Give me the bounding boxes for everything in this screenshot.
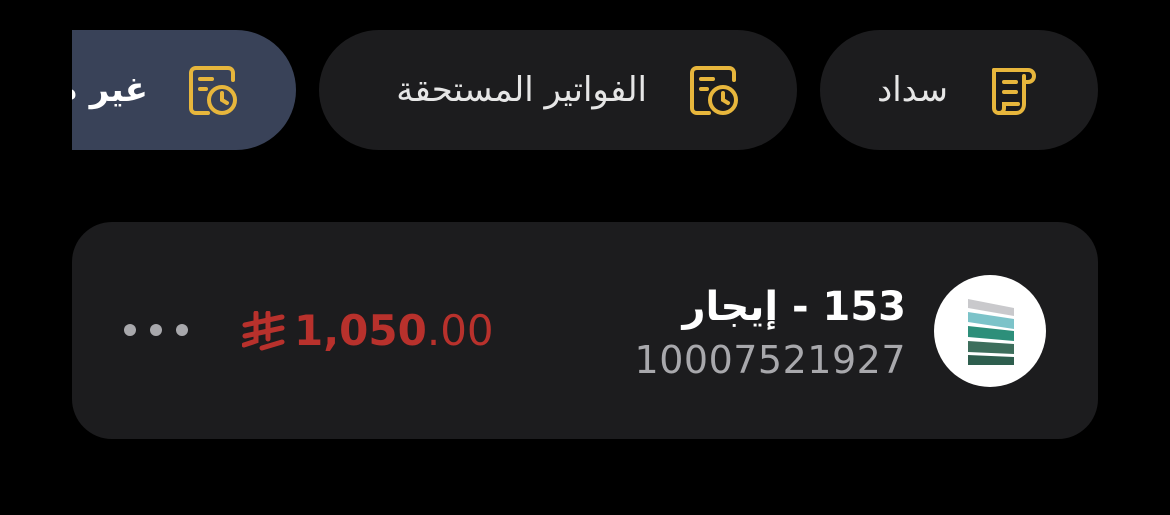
bill-title: 153 - إيجار	[682, 284, 906, 330]
bill-amount: 1,050.00	[242, 306, 494, 355]
dot	[150, 324, 162, 336]
chip-sadad[interactable]: سداد	[820, 30, 1098, 150]
clock-receipt-icon	[690, 66, 738, 115]
filter-chips: غير م الفواتير المستحقة سداد	[72, 30, 1170, 152]
receipt-icon	[992, 68, 1037, 116]
saudi-riyal-icon	[242, 310, 285, 350]
chip-unpaid-label: غير م	[72, 70, 148, 110]
chip-due-bills[interactable]: الفواتير المستحقة	[319, 30, 797, 150]
bill-account-number: 10007521927	[634, 338, 906, 382]
chip-sadad-label: سداد	[877, 70, 948, 110]
biller-logo-icon	[934, 275, 1046, 387]
dot	[124, 324, 136, 336]
amount-integer: 1,050	[294, 306, 427, 355]
clock-receipt-icon	[189, 66, 237, 115]
dot	[176, 324, 188, 336]
chip-due-bills-label: الفواتير المستحقة	[396, 70, 647, 110]
more-dots-icon[interactable]	[124, 320, 188, 340]
chip-unpaid[interactable]: غير م	[72, 30, 296, 150]
bill-card[interactable]: 153 - إيجار 10007521927 1,050.00	[72, 222, 1098, 439]
amount-decimal: .00	[426, 306, 494, 355]
